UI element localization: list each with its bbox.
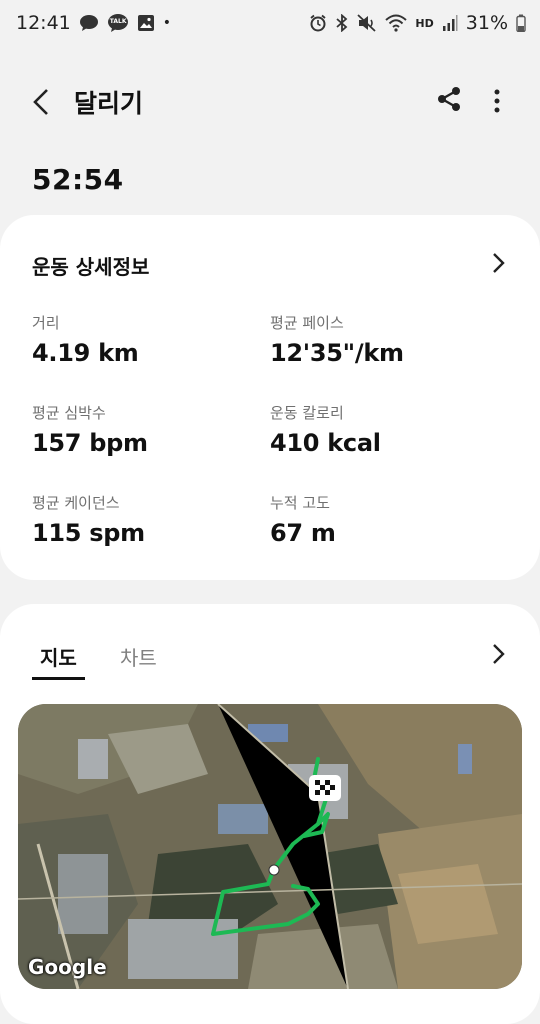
stat-value: 67 m [270,519,336,547]
workout-duration: 52:54 [32,163,124,196]
stat-average-cadence: 평균 케이던스 115 spm [32,492,145,547]
stat-value: 410 kcal [270,429,381,457]
details-section-title[interactable]: 운동 상세정보 [32,251,149,280]
stat-average-heart-rate: 평균 심박수 157 bpm [32,402,148,457]
chevron-right-icon[interactable] [488,642,508,666]
battery-icon [516,14,526,32]
stat-value: 115 spm [32,519,145,547]
status-time: 12:41 [16,12,71,34]
map-attribution-logo: Google [28,955,107,979]
hd-voice-icon: HD [415,18,433,29]
app-bar: 달리기 [0,72,540,132]
tab-map[interactable]: 지도 [32,642,85,680]
back-button[interactable] [26,86,56,118]
finish-flag-icon [309,775,341,801]
notification-dot-icon: • [162,15,172,31]
stat-value: 157 bpm [32,429,148,457]
stat-label: 누적 고도 [270,494,330,512]
stat-label: 평균 심박수 [32,404,106,422]
start-point-marker [268,864,280,876]
stat-calories: 운동 칼로리 410 kcal [270,402,381,457]
talk-icon: TALK [107,13,129,33]
hd-label: HD [415,16,434,30]
bluetooth-icon [335,14,349,32]
talk-label: TALK [109,18,127,25]
back-arrow-icon [33,89,48,115]
battery-percent: 31% [465,12,508,34]
satellite-map-image [18,704,522,989]
signal-icon [442,14,458,32]
more-vertical-icon [494,89,500,113]
route-map[interactable]: Google [18,704,522,989]
alarm-icon [309,14,327,32]
map-card: 지도 차트 Google [0,604,540,1024]
gallery-icon [137,14,155,32]
share-button[interactable] [436,86,466,116]
stat-value: 4.19 km [32,339,139,367]
stat-elevation-gain: 누적 고도 67 m [270,492,336,547]
page-title: 달리기 [74,89,144,118]
mute-icon [357,14,377,32]
workout-details-card: 운동 상세정보 거리 4.19 km 평균 페이스 12'35"/km 평균 심… [0,215,540,580]
wifi-icon [385,14,408,32]
stat-value: 12'35"/km [270,339,404,367]
share-icon [438,87,460,111]
stat-distance: 거리 4.19 km [32,312,139,367]
stat-label: 평균 케이던스 [32,494,120,512]
chat-bubble-icon [79,14,99,32]
stat-label: 거리 [32,314,60,332]
more-options-button[interactable] [484,86,510,116]
stat-average-pace: 평균 페이스 12'35"/km [270,312,404,367]
tab-chart[interactable]: 차트 [120,642,157,671]
chevron-right-icon[interactable] [488,251,508,275]
status-bar: 12:41 TALK • HD 31% [0,0,540,46]
stat-label: 운동 칼로리 [270,404,344,422]
stat-label: 평균 페이스 [270,314,344,332]
